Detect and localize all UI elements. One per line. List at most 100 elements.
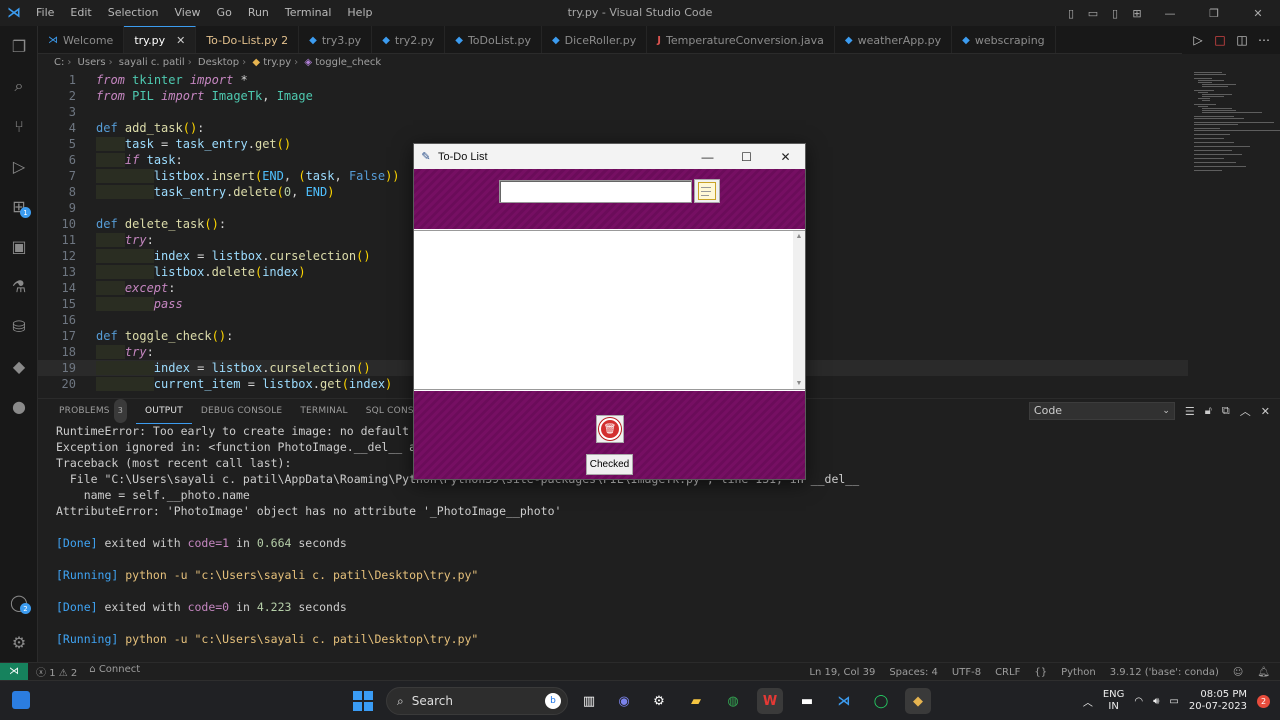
task-entry[interactable] (499, 180, 692, 203)
minimize-button[interactable]: — (1148, 0, 1192, 26)
run-icon[interactable]: ▷ (1190, 33, 1206, 47)
close-panel-icon[interactable]: ✕ (1261, 405, 1270, 418)
feedback-icon[interactable]: ☺ (1233, 667, 1243, 678)
close-icon[interactable]: ✕ (176, 34, 185, 47)
open-in-editor-icon[interactable]: ⧉ (1222, 404, 1230, 418)
remote-explorer-icon[interactable]: ▣ (0, 226, 38, 266)
indentation[interactable]: Spaces: 4 (889, 667, 938, 678)
tab-try-py[interactable]: ◆try.py✕ (124, 26, 197, 53)
database-icon[interactable]: ⛁ (0, 306, 38, 346)
tab-terminal[interactable]: TERMINAL (291, 399, 356, 423)
maximize-panel-icon[interactable]: ︿ (1240, 403, 1251, 419)
settings-icon[interactable]: ⚙ (646, 688, 672, 714)
remote-indicator-icon[interactable]: ⋊ (0, 662, 28, 681)
split-editor-icon[interactable]: ◫ (1234, 33, 1250, 47)
notifications-bell-icon[interactable]: 🔔︎ (1257, 667, 1270, 678)
vscode-taskbar-icon[interactable]: ⋊ (831, 688, 857, 714)
tab-weatherapp-py[interactable]: ◆ weatherApp.py (835, 26, 953, 53)
add-task-button[interactable] (694, 179, 720, 203)
lock-icon[interactable]: 🔓︎ (1205, 404, 1212, 418)
breadcrumb-item[interactable]: sayali c. patil (119, 57, 185, 68)
breadcrumb-item[interactable]: try.py (263, 57, 291, 68)
language-indicator[interactable]: ENG IN (1103, 689, 1125, 713)
terminal-icon[interactable]: ▬ (794, 688, 820, 714)
wps-office-icon[interactable]: W (757, 688, 783, 714)
restore-button[interactable]: ❐ (1192, 0, 1236, 26)
language-mode[interactable]: Python (1061, 667, 1096, 678)
toggle-panel-icon[interactable]: ▭ (1082, 0, 1104, 26)
task-listbox[interactable]: ▲ ▼ (414, 230, 805, 390)
menu-file[interactable]: File (28, 0, 62, 26)
wifi-icon[interactable]: ◠ (1134, 696, 1143, 707)
listbox-scrollbar[interactable]: ▲ ▼ (793, 231, 805, 389)
chrome-icon[interactable]: ◍ (720, 688, 746, 714)
checked-button[interactable]: Checked (586, 454, 633, 475)
menu-terminal[interactable]: Terminal (277, 0, 340, 26)
cursor-position[interactable]: Ln 19, Col 39 (809, 667, 875, 678)
tab-try3-py[interactable]: ◆ try3.py (299, 26, 373, 53)
python-interpreter[interactable]: 3.9.12 ('base': conda) (1110, 667, 1219, 678)
breadcrumb-item[interactable]: toggle_check (315, 57, 381, 68)
breadcrumb-item[interactable]: Desktop (198, 57, 239, 68)
gear-icon[interactable]: ⚙ (0, 622, 38, 662)
customize-layout-icon[interactable]: ⊞ (1126, 0, 1148, 26)
python-icon[interactable]: ◆ (0, 346, 38, 386)
source-control-icon[interactable]: ⑂ (0, 106, 38, 146)
tab-diceroller-py[interactable]: ◆ DiceRoller.py (542, 26, 648, 53)
tab-webscraping[interactable]: ◆ webscraping (952, 26, 1056, 53)
end-of-line[interactable]: CRLF (995, 667, 1020, 678)
toggle-sidebar-icon[interactable]: ▯ (1060, 0, 1082, 26)
minimap[interactable] (1188, 54, 1280, 398)
testing-icon[interactable]: ⚗ (0, 266, 38, 306)
volume-icon[interactable]: 🔊︎ (1153, 696, 1159, 707)
close-button[interactable]: ✕ (1236, 0, 1280, 26)
more-actions-icon[interactable]: ⋯ (1256, 33, 1272, 47)
accounts-icon[interactable]: ◯ 2 (0, 582, 38, 622)
whatsapp-icon[interactable]: ◯ (868, 688, 894, 714)
tab-output[interactable]: OUTPUT (136, 399, 192, 424)
run-debug-icon[interactable]: ▷ (0, 146, 38, 186)
menu-run[interactable]: Run (240, 0, 277, 26)
toggle-secondary-sidebar-icon[interactable]: ▯ (1104, 0, 1126, 26)
chevron-up-icon[interactable]: ︿ (1083, 694, 1093, 709)
github-icon[interactable]: ● (0, 386, 38, 426)
scroll-up-icon[interactable]: ▲ (793, 233, 805, 240)
tab-to-do-list-py[interactable]: ◆To-Do-List.py 2 (196, 26, 300, 53)
file-explorer-icon[interactable]: ▰ (683, 688, 709, 714)
tab-temperatureconversion-java[interactable]: J TemperatureConversion.java (647, 26, 835, 53)
encoding[interactable]: UTF-8 (952, 667, 981, 678)
tab-welcome[interactable]: ⋊ Welcome (38, 26, 125, 53)
python-tk-icon[interactable]: ◆ (905, 688, 931, 714)
braces-icon[interactable]: {} (1034, 667, 1047, 678)
problems-status[interactable]: ⓧ 1 ⚠ 2 (36, 664, 77, 679)
menu-go[interactable]: Go (209, 0, 240, 26)
breadcrumb-item[interactable]: C: (54, 57, 64, 68)
clear-output-icon[interactable]: ☰ (1185, 405, 1195, 418)
start-button[interactable] (350, 688, 376, 714)
tab-problems[interactable]: PROBLEMS 3 (50, 399, 136, 423)
extensions-icon[interactable]: ⊞ 1 (0, 186, 38, 226)
menu-view[interactable]: View (166, 0, 208, 26)
output-channel-select[interactable]: Code ⌄ (1028, 402, 1175, 420)
scroll-down-icon[interactable]: ▼ (793, 380, 805, 387)
connect-status[interactable]: ⌂ Connect (89, 664, 140, 679)
search-icon[interactable]: ⌕ (0, 66, 38, 106)
delete-task-button[interactable]: 🗑︎ (596, 415, 624, 443)
tab-debug-console[interactable]: DEBUG CONSOLE (192, 399, 291, 423)
task-view-icon[interactable]: ▥ (576, 688, 602, 714)
menu-selection[interactable]: Selection (100, 0, 167, 26)
breadcrumb-item[interactable]: Users (78, 57, 106, 68)
tab-todolist-py[interactable]: ◆ ToDoList.py (445, 26, 542, 53)
notification-badge[interactable]: 2 (1257, 694, 1270, 708)
explorer-icon[interactable]: ❐ (0, 26, 38, 66)
stop-icon[interactable]: □ (1212, 33, 1228, 47)
tab-try2-py[interactable]: ◆ try2.py (372, 26, 446, 53)
teams-chat-icon[interactable]: ◉ (611, 688, 637, 714)
todo-minimize-button[interactable]: — (688, 144, 727, 169)
menu-help[interactable]: Help (339, 0, 380, 26)
todo-close-button[interactable]: ✕ (766, 144, 805, 169)
battery-icon[interactable]: ▭ (1169, 696, 1178, 707)
clock[interactable]: 08:05 PM 20-07-2023 (1189, 689, 1247, 713)
todo-maximize-button[interactable]: ☐ (727, 144, 766, 169)
widgets-icon[interactable] (10, 689, 32, 711)
